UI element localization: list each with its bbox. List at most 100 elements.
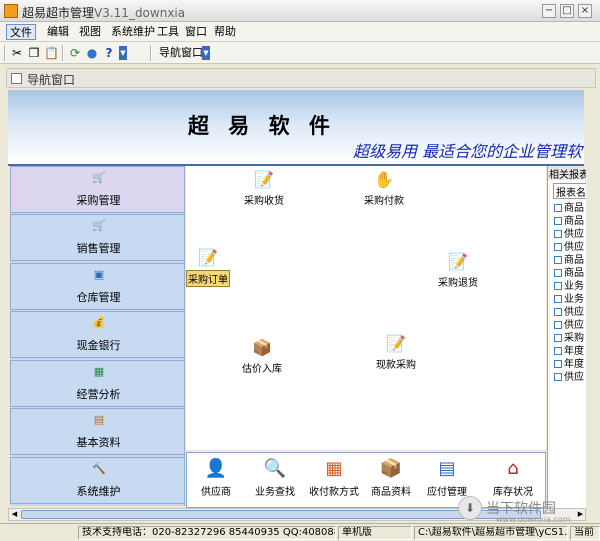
shortcut-payment-method[interactable]: ▦ 收付款方式 [309,457,359,498]
report-panel-title: 相关报表 [548,166,586,180]
payable-icon: ▤ [438,458,456,479]
report-item[interactable]: 供应 [554,228,584,241]
report-item[interactable]: 年度 [554,345,584,358]
shortcut-label: 商品资料 [371,487,411,498]
module-label: 采购管理 [76,194,121,207]
shortcut-business-search[interactable]: 🔍 业务查找 [255,457,295,498]
warehouse-icon: ▣ [93,268,105,281]
module-label: 仓库管理 [76,291,121,304]
module-warehouse[interactable]: ▣ 仓库管理 [10,263,185,310]
banner: 超 易 软 件 超级易用 最适合您的企业管理软 [8,90,584,164]
toolbar-chevron-icon[interactable]: ▼ [202,46,210,60]
menu-bar: 文件 编辑 视图 系统维护 工具 窗口 帮助 [0,22,600,42]
goods-data-icon: 📦 [379,458,403,479]
menu-edit[interactable]: 编辑 [44,24,72,40]
module-cash-bank[interactable]: 💰 现金银行 [10,311,185,358]
toolbar-grip [4,45,6,61]
help-icon[interactable]: ? [102,46,116,60]
shortcut-label: 收付款方式 [309,487,359,498]
module-basic-data[interactable]: ▤ 基本资料 [10,408,185,455]
cut-icon[interactable]: ✂ [10,46,24,60]
flow-purchase-return[interactable]: 📝 采购退货 [438,252,478,289]
report-item[interactable]: 年度 [554,358,584,371]
module-sales[interactable]: 🛒 销售管理 [10,214,185,261]
window-title: 超易超市管理V3.11_downxia [22,4,185,21]
shortcut-stock-status[interactable]: ⌂ 库存状况 [493,457,533,498]
module-system-maintenance[interactable]: 🔨 系统维护 [10,457,185,504]
report-item[interactable]: 采购 [554,332,584,345]
toolbar: ✂ ❐ 📋 ⟳ ● ? ▼ 导航窗口 ▼ [0,42,600,64]
refresh-icon[interactable]: ⟳ [68,46,82,60]
report-item[interactable]: 商品 [554,254,584,267]
report-column-header[interactable]: 报表名 [553,183,586,199]
report-item[interactable]: 供应 [554,241,584,254]
report-item[interactable]: 业务 [554,293,584,306]
report-icon [554,230,562,238]
report-icon [554,217,562,225]
scroll-right-icon[interactable]: ▶ [575,509,586,520]
report-item-label: 商品 [564,268,584,279]
flow-purchase-payment[interactable]: ✋ 采购付款 [364,170,404,207]
report-item[interactable]: 商品 [554,267,584,280]
menu-file[interactable]: 文件 [6,24,36,40]
business-search-icon: 🔍 [263,458,287,479]
menu-system-maintenance[interactable]: 系统维护 [108,24,158,40]
title-bar: 超易超市管理V3.11_downxia − □ × [0,0,600,22]
report-panel: 相关报表 报表名 商品 商品 供应 供应 商品 商品 业务 业务 供应 供应 采… [547,166,586,508]
module-analysis[interactable]: ▦ 经营分析 [10,360,185,407]
status-path: C:\超易软件\超易超市管理\yCS1.sys [414,526,568,540]
report-item[interactable]: 供应 [554,306,584,319]
flow-purchase-receive[interactable]: 📝 采购收货 [244,170,284,207]
report-item[interactable]: 商品 [554,202,584,215]
flow-label: 采购退货 [438,278,478,289]
flow-cash-purchase[interactable]: 📝 现款采购 [376,334,416,371]
menu-tools[interactable]: 工具 [154,24,182,40]
report-item[interactable]: 业务 [554,280,584,293]
report-item-label: 业务 [564,294,584,305]
report-item-label: 业务 [564,281,584,292]
purchase-return-icon: 📝 [448,252,468,271]
purchase-receive-icon: 📝 [254,170,274,189]
report-icon [554,321,562,329]
menu-window[interactable]: 窗口 [182,24,210,40]
shortcut-goods-data[interactable]: 📦 商品资料 [371,457,411,498]
report-item-label: 供应 [564,320,584,331]
flow-purchase-order[interactable]: 📝 采购订单 [186,248,230,287]
shortcut-label: 供应商 [201,487,231,498]
copy-icon[interactable]: ❐ [27,46,41,60]
report-item[interactable]: 供应 [554,371,584,384]
shortcut-payable[interactable]: ▤ 应付管理 [427,457,467,498]
shortcut-supplier[interactable]: 👤 供应商 [201,457,231,498]
purchase-order-icon: 📝 [198,248,218,267]
window-icon [11,73,22,84]
module-label: 现金银行 [76,339,121,352]
scroll-left-icon[interactable]: ◀ [9,509,20,520]
paste-icon[interactable]: 📋 [44,46,59,60]
report-item[interactable]: 商品 [554,215,584,228]
menu-help[interactable]: 帮助 [211,24,239,40]
module-label: 基本资料 [76,436,121,449]
report-item-label: 商品 [564,203,584,214]
payment-method-icon: ▦ [325,458,343,479]
report-item[interactable]: 供应 [554,319,584,332]
status-support: 技术支持电话：020-82327296 85440935 QQ:40808875… [78,526,336,540]
minimize-button[interactable]: − [542,4,556,18]
workflow-area: 📝 采购收货 ✋ 采购付款 📝 采购订单 📝 采购退货 📦 估价入库 📝 现款采… [186,166,546,450]
status-bar: 技术支持电话：020-82327296 85440935 QQ:40808875… [0,523,600,541]
status-current: 当前 [570,526,600,540]
maximize-button[interactable]: □ [560,4,574,18]
nav-window-button[interactable]: 导航窗口 [156,45,206,61]
nav-window-header: 导航窗口 [6,68,596,88]
report-item-label: 供应 [564,229,584,240]
cash-purchase-icon: 📝 [386,334,406,353]
report-icon [554,282,562,290]
toolbar-chevron-icon[interactable]: ▼ [119,46,127,60]
flow-estimate-stock-in[interactable]: 📦 估价入库 [242,338,282,375]
cash-icon: 💰 [92,316,106,329]
module-purchase[interactable]: 🛒 采购管理 [10,166,185,213]
watermark-logo-icon: ⬇ [458,496,482,520]
report-icon [554,308,562,316]
menu-view[interactable]: 视图 [76,24,104,40]
globe-icon[interactable]: ● [85,46,99,60]
close-button[interactable]: × [578,4,592,18]
